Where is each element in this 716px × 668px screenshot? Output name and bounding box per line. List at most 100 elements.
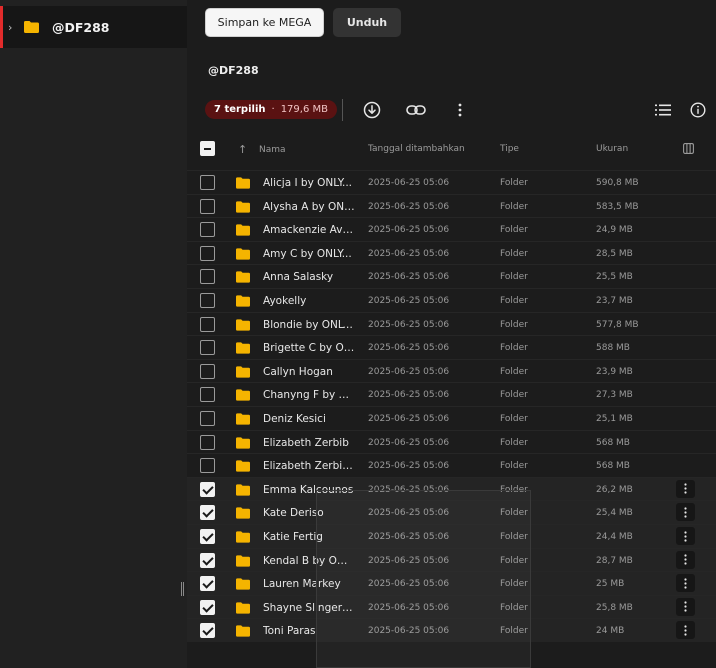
row-name[interactable]: Kate Deriso — [263, 507, 355, 519]
row-size: 25,8 MB — [596, 602, 633, 613]
resize-handle[interactable] — [181, 582, 184, 596]
row-checkbox[interactable] — [200, 175, 215, 190]
row-type: Folder — [500, 319, 528, 330]
row-checkbox[interactable] — [200, 222, 215, 238]
row-type: Folder — [500, 272, 528, 283]
row-checkbox[interactable] — [200, 198, 215, 214]
column-settings-icon[interactable] — [683, 143, 694, 157]
column-header-date[interactable]: Tanggal ditambahkan — [368, 144, 465, 154]
row-name[interactable]: Elizabeth Zerbib ... — [263, 460, 355, 472]
row-date: 2025-06-25 05:06 — [368, 508, 450, 519]
column-header-name[interactable]: Nama — [259, 145, 286, 155]
row-type: Folder — [500, 178, 528, 188]
column-header-type[interactable]: Tipe — [500, 144, 519, 154]
row-name[interactable]: Shayne Slingerla... — [263, 602, 355, 614]
table-row[interactable]: Elizabeth Zerbib 2025-06-25 05:06 Folder 56… — [187, 429, 716, 454]
table-row[interactable]: Amy C by ONLY... 2025-06-25 05:06 Folder 28… — [187, 240, 716, 265]
row-checkbox[interactable] — [200, 245, 215, 261]
table-row[interactable]: Blondie by ONLY... 2025-06-25 05:06 Folder… — [187, 311, 716, 336]
row-name[interactable]: Lauren Markey — [263, 578, 355, 590]
row-more-options-icon[interactable] — [676, 527, 695, 545]
download-button[interactable]: Unduh — [333, 8, 401, 37]
row-name[interactable]: Callyn Hogan — [263, 366, 355, 378]
row-name[interactable]: Blondie by ONLY... — [263, 319, 355, 331]
table-row[interactable]: Chanyng F by O... 2025-06-25 05:06 Folder 2… — [187, 382, 716, 406]
table-row[interactable]: Emma Kalcounos 2025-06-25 05:06 Folder 26,2… — [187, 476, 716, 501]
row-checkbox[interactable] — [200, 481, 215, 497]
row-name[interactable]: Anna Salasky — [263, 271, 355, 283]
row-type: Folder — [500, 508, 528, 519]
table-row[interactable]: Kate Deriso 2025-06-25 05:06 Folder 25,4 MB — [187, 500, 716, 524]
list-view-icon[interactable] — [653, 100, 673, 120]
row-name[interactable]: Ayokelly — [263, 295, 355, 307]
table-row[interactable]: Anna Salasky 2025-06-25 05:06 Folder 25,5 M… — [187, 264, 716, 288]
row-more-options-icon[interactable] — [676, 479, 695, 498]
row-name[interactable]: Chanyng F by O... — [263, 389, 355, 401]
table-row[interactable]: Alicja I by ONLY... 2025-06-25 05:06 Folde… — [187, 170, 716, 194]
row-name[interactable]: Elizabeth Zerbib — [263, 437, 355, 449]
row-checkbox[interactable] — [200, 411, 215, 426]
row-checkbox[interactable] — [200, 269, 215, 285]
download-icon[interactable] — [362, 100, 382, 120]
table-row[interactable]: Ayokelly 2025-06-25 05:06 Folder 23,7 MB — [187, 288, 716, 312]
table-row[interactable]: Katie Fertig 2025-06-25 05:06 Folder 24,4 M… — [187, 524, 716, 548]
row-checkbox[interactable] — [200, 576, 215, 592]
row-checkbox[interactable] — [200, 623, 215, 639]
row-name[interactable]: Kendal B by ONL... — [263, 555, 355, 567]
folder-icon — [24, 21, 39, 33]
link-icon[interactable] — [406, 100, 426, 120]
row-more-options-icon[interactable] — [676, 574, 695, 593]
row-checkbox[interactable] — [200, 434, 215, 450]
table-row[interactable]: Deniz Kesici 2025-06-25 05:06 Folder 25,1 M… — [187, 406, 716, 430]
row-checkbox[interactable] — [200, 505, 215, 521]
row-name[interactable]: Katie Fertig — [263, 531, 355, 543]
table-row[interactable]: Alysha A by ONL... 2025-06-25 05:06 Folder… — [187, 193, 716, 218]
row-name[interactable]: Alysha A by ONL... — [263, 201, 355, 213]
row-name[interactable]: Brigette C by ON... — [263, 342, 355, 354]
row-name[interactable]: Amackenzie Ave... — [263, 224, 355, 236]
row-more-options-icon[interactable] — [676, 503, 695, 522]
table-row[interactable]: Shayne Slingerla... 2025-06-25 05:06 Folde… — [187, 594, 716, 619]
sidebar-item-root-folder[interactable]: › @DF288 — [0, 6, 187, 48]
row-checkbox[interactable] — [200, 552, 215, 568]
row-more-options-icon[interactable] — [676, 597, 695, 616]
folder-icon — [236, 248, 250, 260]
column-header-size[interactable]: Ukuran — [596, 144, 628, 154]
folder-icon — [236, 413, 250, 425]
table-row[interactable]: Toni Paras 2025-06-25 05:06 Folder 24 MB — [187, 618, 716, 642]
row-size: 24,9 MB — [596, 225, 633, 236]
select-all-checkbox[interactable] — [200, 141, 215, 156]
row-checkbox[interactable] — [200, 387, 215, 403]
table-row[interactable]: Brigette C by ON... 2025-06-25 05:06 Folde… — [187, 335, 716, 359]
row-checkbox[interactable] — [200, 599, 215, 615]
row-more-options-icon[interactable] — [676, 621, 695, 640]
chevron-right-icon[interactable]: › — [8, 21, 18, 34]
table-row[interactable]: Kendal B by ONL... 2025-06-25 05:06 Folder… — [187, 547, 716, 572]
row-type: Folder — [500, 484, 528, 495]
row-size: 23,9 MB — [596, 366, 633, 377]
row-name[interactable]: Toni Paras — [263, 625, 355, 637]
row-checkbox[interactable] — [200, 458, 215, 474]
row-checkbox[interactable] — [200, 363, 215, 379]
table-row[interactable]: Callyn Hogan 2025-06-25 05:06 Folder 23,9 M… — [187, 358, 716, 383]
row-name[interactable]: Deniz Kesici — [263, 413, 355, 425]
row-type: Folder — [500, 248, 528, 259]
row-name[interactable]: Amy C by ONLY... — [263, 248, 355, 260]
info-icon[interactable] — [688, 100, 708, 120]
row-name[interactable]: Alicja I by ONLY... — [263, 177, 355, 189]
row-checkbox[interactable] — [200, 293, 215, 308]
table-row[interactable]: Amackenzie Ave... 2025-06-25 05:06 Folder 2… — [187, 217, 716, 241]
row-name[interactable]: Emma Kalcounos — [263, 484, 355, 496]
row-more-options-icon[interactable] — [676, 550, 695, 569]
row-checkbox[interactable] — [200, 340, 215, 356]
row-size: 23,7 MB — [596, 296, 633, 306]
table-row[interactable]: Elizabeth Zerbib ... 2025-06-25 05:06 Fold… — [187, 453, 716, 477]
row-checkbox[interactable] — [200, 529, 215, 544]
row-checkbox[interactable] — [200, 316, 215, 332]
row-size: 24 MB — [596, 626, 625, 637]
folder-icon — [236, 602, 250, 614]
save-to-mega-button[interactable]: Simpan ke MEGA — [205, 8, 324, 37]
table-row[interactable]: Lauren Markey 2025-06-25 05:06 Folder 25 MB — [187, 571, 716, 595]
sort-ascending-icon[interactable]: ↑ — [238, 143, 247, 156]
more-options-icon[interactable] — [450, 100, 470, 120]
